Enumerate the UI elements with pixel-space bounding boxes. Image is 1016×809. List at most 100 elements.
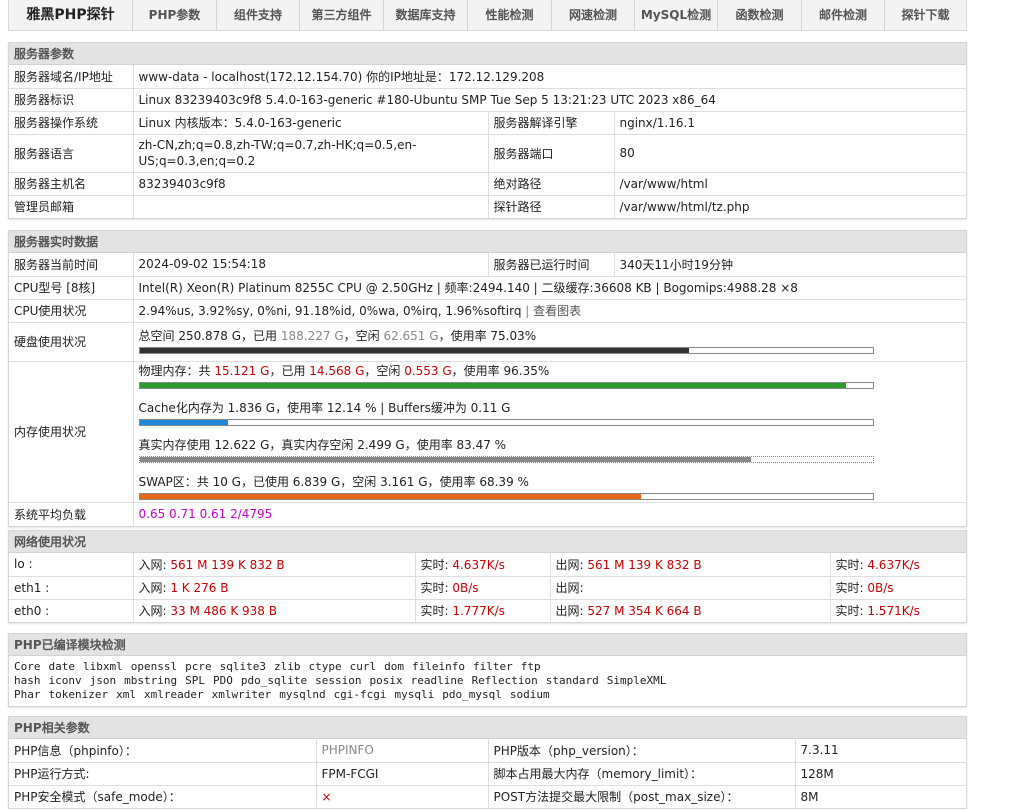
row-value: zh-CN,zh;q=0.8,zh-TW;q=0.7,zh-HK;q=0.5,e… (133, 134, 489, 173)
section-title: 服务器实时数据 (9, 231, 966, 253)
module-name: mysqlnd (279, 688, 326, 701)
module-name: session (315, 674, 362, 687)
row-label: CPU型号 [8核] (9, 276, 134, 300)
module-name: tokenizer (48, 688, 109, 701)
phpinfo-link[interactable]: PHPINFO (316, 739, 489, 763)
row-value: /var/www/html (614, 172, 966, 196)
realtime-table: 服务器当前时间 2024-09-02 15:54:18 服务器已运行时间 340… (9, 253, 966, 526)
row-label: 服务器标识 (9, 88, 134, 112)
module-name: iconv (48, 674, 82, 687)
section-title: PHP相关参数 (9, 717, 966, 739)
row-value: Intel(R) Xeon(R) Platinum 8255C CPU @ 2.… (133, 276, 966, 300)
mem-real-bar (138, 455, 874, 463)
net-in-rt: 1.777K/s (452, 604, 505, 619)
row-label: PHP信息（phpinfo）： (9, 739, 317, 763)
module-name: dom (384, 660, 404, 673)
load-value: 0.65 0.71 0.61 2/4795 (138, 507, 273, 522)
top-nav: 雅黑PHP探针 PHP参数 组件支持 第三方组件 数据库支持 性能检测 网速检测… (8, 0, 967, 31)
module-name: pdo_sqlite (240, 674, 308, 687)
row-value: 83239403c9f8 (133, 172, 489, 196)
module-line: Phar tokenizer xml xmlreader xmlwriter mysqln… (14, 688, 961, 702)
swap-bar-fill (139, 493, 641, 499)
row-value: 7.3.11 (795, 739, 966, 763)
net-out: 561 M 139 K 832 B (587, 557, 702, 572)
module-name: Core (14, 660, 41, 673)
module-name: ctype (308, 660, 342, 673)
row-label: 服务器域名/IP地址 (9, 65, 134, 89)
row-label: CPU使用状况 (9, 299, 134, 323)
module-name: filter (472, 660, 513, 673)
nav-functions[interactable]: 函数检测 (718, 0, 802, 30)
mem-total: 15.121 G (214, 363, 270, 378)
net-in-rt: 0B/s (452, 581, 479, 595)
module-name: curl (349, 660, 377, 673)
module-name: cgi-fcgi (333, 688, 387, 701)
module-name: sqlite3 (219, 660, 266, 673)
module-name: libxml (83, 660, 123, 673)
mem-real-bar-fill (139, 456, 752, 462)
row-label: 服务器端口 (488, 134, 615, 173)
cpu-usage-cell: 2.94%us, 3.92%sy, 0%ni, 91.18%id, 0%wa, … (133, 299, 966, 323)
net-in: 1 K 276 B (170, 581, 229, 595)
network-section: 网络使用状况 lo : 入网: 561 M 139 K 832 B 实时: 4.… (8, 530, 967, 623)
disk-used: 188.227 G (280, 329, 344, 343)
module-name: mbstring (124, 674, 178, 687)
module-name: openssl (130, 660, 178, 673)
row-label: 硬盘使用状况 (9, 322, 134, 362)
row-label: 管理员邮箱 (9, 195, 134, 218)
module-name: Reflection (471, 674, 538, 687)
row-value: www-data - localhost(172.12.154.70) 你的IP… (133, 65, 966, 89)
module-line: hash iconv json mbstring SPL PDO pdo_sqlite ses… (14, 674, 961, 688)
module-name: SimpleXML (606, 674, 667, 687)
row-label: 内存使用状况 (9, 361, 134, 503)
net-row: lo : 入网: 561 M 139 K 832 B 实时: 4.637K/s … (9, 553, 966, 577)
net-iface: lo : (9, 553, 134, 577)
mem-usage-cell: 物理内存：共 15.121 G，已用 14.568 G，空闲 0.553 G，使… (133, 361, 966, 503)
nav-mysql[interactable]: MySQL检测 (635, 0, 718, 30)
mem-cache-text: Cache化内存为 1.836 G，使用率 12.14 % | Buffers缓… (138, 400, 511, 415)
disk-usage-bar-fill (139, 348, 690, 353)
module-name: Phar (14, 688, 41, 701)
module-name: SPL (185, 674, 205, 687)
modules-section: PHP已编译模块检测 Core date libxml openssl pcre sqli… (8, 633, 967, 707)
section-title: PHP已编译模块检测 (9, 634, 966, 656)
module-name: date (48, 660, 76, 673)
nav-download[interactable]: 探针下载 (885, 0, 966, 30)
module-name: xmlwriter (211, 688, 272, 701)
nav-database[interactable]: 数据库支持 (384, 0, 468, 30)
swap-bar (138, 492, 874, 500)
disk-usage-text: 总空间 250.878 G，已用 188.227 G，空闲 62.651 G，使… (138, 329, 537, 343)
row-label: 系统平均负载 (9, 502, 134, 526)
nav-components[interactable]: 组件支持 (217, 0, 300, 30)
row-value: nginx/1.16.1 (614, 111, 966, 135)
net-row: eth1 : 入网: 1 K 276 B 实时: 0B/s 出网: 实时: 0B… (9, 576, 966, 600)
mem-physical-bar (138, 381, 874, 389)
module-line: Core date libxml openssl pcre sqlite3 zlib ctyp… (14, 660, 961, 674)
net-iface: eth0 : (9, 599, 134, 622)
nav-mail[interactable]: 邮件检测 (802, 0, 885, 30)
nav-performance[interactable]: 性能检测 (468, 0, 552, 30)
section-title: 网络使用状况 (9, 531, 966, 553)
disk-usage-cell: 总空间 250.878 G，已用 188.227 G，空闲 62.651 G，使… (133, 322, 966, 362)
nav-third-party[interactable]: 第三方组件 (300, 0, 384, 30)
row-label: 服务器解译引擎 (488, 111, 615, 135)
module-name: json (89, 674, 117, 687)
row-label: 服务器当前时间 (9, 253, 134, 277)
row-label: 绝对路径 (488, 172, 615, 196)
row-value: 80 (614, 134, 966, 173)
net-in: 561 M 139 K 832 B (170, 557, 285, 572)
net-out-rt: 4.637K/s (867, 557, 920, 572)
nav-brand[interactable]: 雅黑PHP探针 (9, 0, 133, 30)
network-table: lo : 入网: 561 M 139 K 832 B 实时: 4.637K/s … (9, 553, 966, 622)
view-chart-link[interactable]: 查看图表 (533, 304, 581, 318)
row-label: 服务器操作系统 (9, 111, 134, 135)
cpu-usage-value: 2.94%us, 3.92%sy, 0%ni, 91.18%id, 0%wa, … (138, 304, 522, 318)
nav-php-params[interactable]: PHP参数 (133, 0, 217, 30)
net-row: eth0 : 入网: 33 M 486 K 938 B 实时: 1.777K/s… (9, 599, 966, 622)
disk-usage-bar (138, 347, 874, 354)
module-name: xmlreader (143, 688, 204, 701)
mem-real-text: 真实内存使用 12.622 G，真实内存空闲 2.499 G，使用率 83.47… (138, 437, 507, 452)
module-name: xml (116, 688, 136, 701)
nav-speed[interactable]: 网速检测 (552, 0, 635, 30)
module-name: posix (369, 674, 403, 687)
